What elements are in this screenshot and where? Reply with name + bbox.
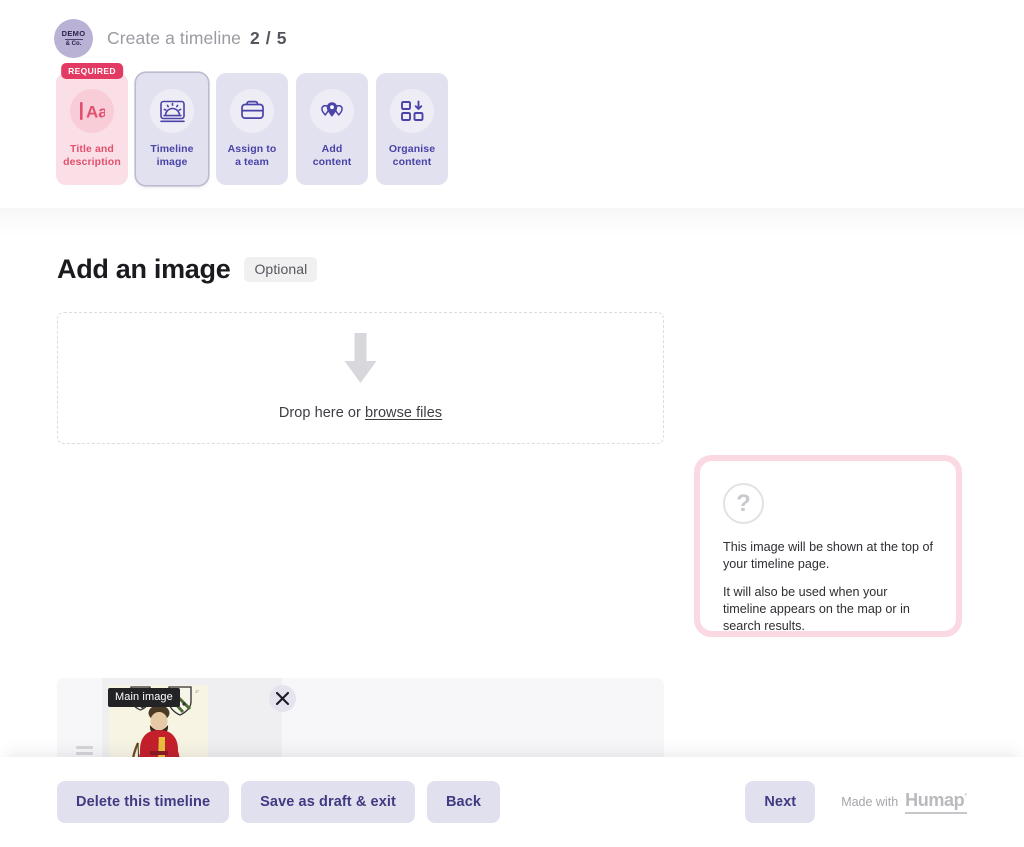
- close-icon: [276, 692, 289, 705]
- step-label: Title and description: [63, 143, 121, 169]
- made-with-humap[interactable]: Made with Humap°: [841, 790, 967, 814]
- question-mark-icon: ?: [723, 483, 764, 524]
- demo-co-logo[interactable]: DEMO & Co.: [54, 19, 93, 58]
- step-card-title-and-description[interactable]: REQUIRED Aa Title and description: [56, 63, 128, 185]
- create-timeline-page: DEMO & Co. Create a timeline 2 / 5 REQUI…: [0, 0, 1024, 847]
- dropzone-text-prefix: Drop here or: [278, 405, 365, 421]
- title-row: Add an image Optional: [0, 208, 1024, 285]
- remove-image-button[interactable]: [269, 685, 296, 712]
- step-label-line1: Timeline: [150, 143, 194, 155]
- arrow-down-icon: [342, 333, 379, 388]
- step-card-add-content[interactable]: Add content: [296, 73, 368, 185]
- drag-handle-line: [75, 751, 93, 755]
- help-paragraph-2: It will also be used when your timeline …: [723, 585, 910, 633]
- help-panel-inner: ? This image will be shown at the top of…: [700, 461, 956, 633]
- step-card-organise-content[interactable]: Organise content: [376, 73, 448, 185]
- file-dropzone[interactable]: Drop here or browse files: [57, 312, 664, 444]
- step-label-line2: content: [312, 156, 352, 168]
- step-label-line1: Assign to: [227, 143, 277, 155]
- step-nav: REQUIRED Aa Title and description Timeli…: [0, 58, 1024, 185]
- step-label: Add content: [313, 143, 352, 169]
- dropzone-text: Drop here or browse files: [279, 405, 442, 421]
- step-label-line2: content: [392, 156, 432, 168]
- image-landscape-icon: [150, 89, 194, 133]
- step-label-line2: a team: [235, 156, 269, 168]
- main-image-badge: Main image: [108, 688, 180, 707]
- page-title: Add an image: [57, 254, 231, 284]
- page-body: Add an image Optional Drop here or brows…: [0, 208, 1024, 847]
- svg-text:47: 47: [195, 689, 199, 694]
- breadcrumb-title: Create a timeline: [107, 28, 241, 48]
- optional-badge: Optional: [244, 257, 318, 282]
- delete-timeline-button[interactable]: Delete this timeline: [57, 781, 230, 823]
- folder-icon: [230, 89, 274, 133]
- page-footer: Delete this timeline Save as draft & exi…: [0, 757, 1024, 847]
- next-button[interactable]: Next: [745, 781, 816, 823]
- map-pin-icon: [310, 89, 354, 133]
- breadcrumb: Create a timeline 2 / 5: [107, 28, 287, 49]
- organise-grid-icon: [390, 89, 434, 133]
- step-label-line2: image: [156, 156, 188, 168]
- step-label: Organise content: [389, 143, 435, 169]
- help-paragraph-1: This image will be shown at the top of y…: [723, 540, 934, 571]
- step-counter: 2 / 5: [249, 28, 288, 48]
- step-label-line2: description: [63, 156, 121, 168]
- required-badge: REQUIRED: [61, 63, 123, 79]
- humap-wordmark: Humap: [905, 790, 965, 810]
- step-label-line1: Organise: [388, 143, 436, 155]
- svg-text:Aa: Aa: [86, 103, 105, 122]
- text-format-icon: Aa: [70, 89, 114, 133]
- page-header: DEMO & Co. Create a timeline 2 / 5 REQUI…: [0, 0, 1024, 208]
- logo-divider: [64, 39, 83, 40]
- help-panel: ? This image will be shown at the top of…: [694, 455, 962, 637]
- step-card-assign-to-a-team[interactable]: Assign to a team: [216, 73, 288, 185]
- drag-handle-line: [75, 745, 93, 749]
- step-label-line1: Title and: [70, 143, 114, 155]
- step-card-timeline-image[interactable]: Timeline image: [136, 73, 208, 185]
- humap-tm: °: [964, 792, 967, 801]
- logo-line2: & Co.: [65, 41, 82, 47]
- humap-logo[interactable]: Humap°: [905, 790, 967, 814]
- made-with-label: Made with: [841, 795, 899, 809]
- logo-line1: DEMO: [61, 29, 86, 38]
- footer-actions: Delete this timeline Save as draft & exi…: [0, 781, 1024, 823]
- step-label: Assign to a team: [228, 143, 277, 169]
- header-top-bar: DEMO & Co. Create a timeline 2 / 5: [0, 0, 1024, 58]
- step-label: Timeline image: [150, 143, 193, 169]
- step-label-line1: Add: [321, 143, 343, 155]
- back-button[interactable]: Back: [426, 781, 501, 823]
- browse-files-link[interactable]: browse files: [365, 405, 442, 421]
- save-draft-button[interactable]: Save as draft & exit: [241, 781, 415, 823]
